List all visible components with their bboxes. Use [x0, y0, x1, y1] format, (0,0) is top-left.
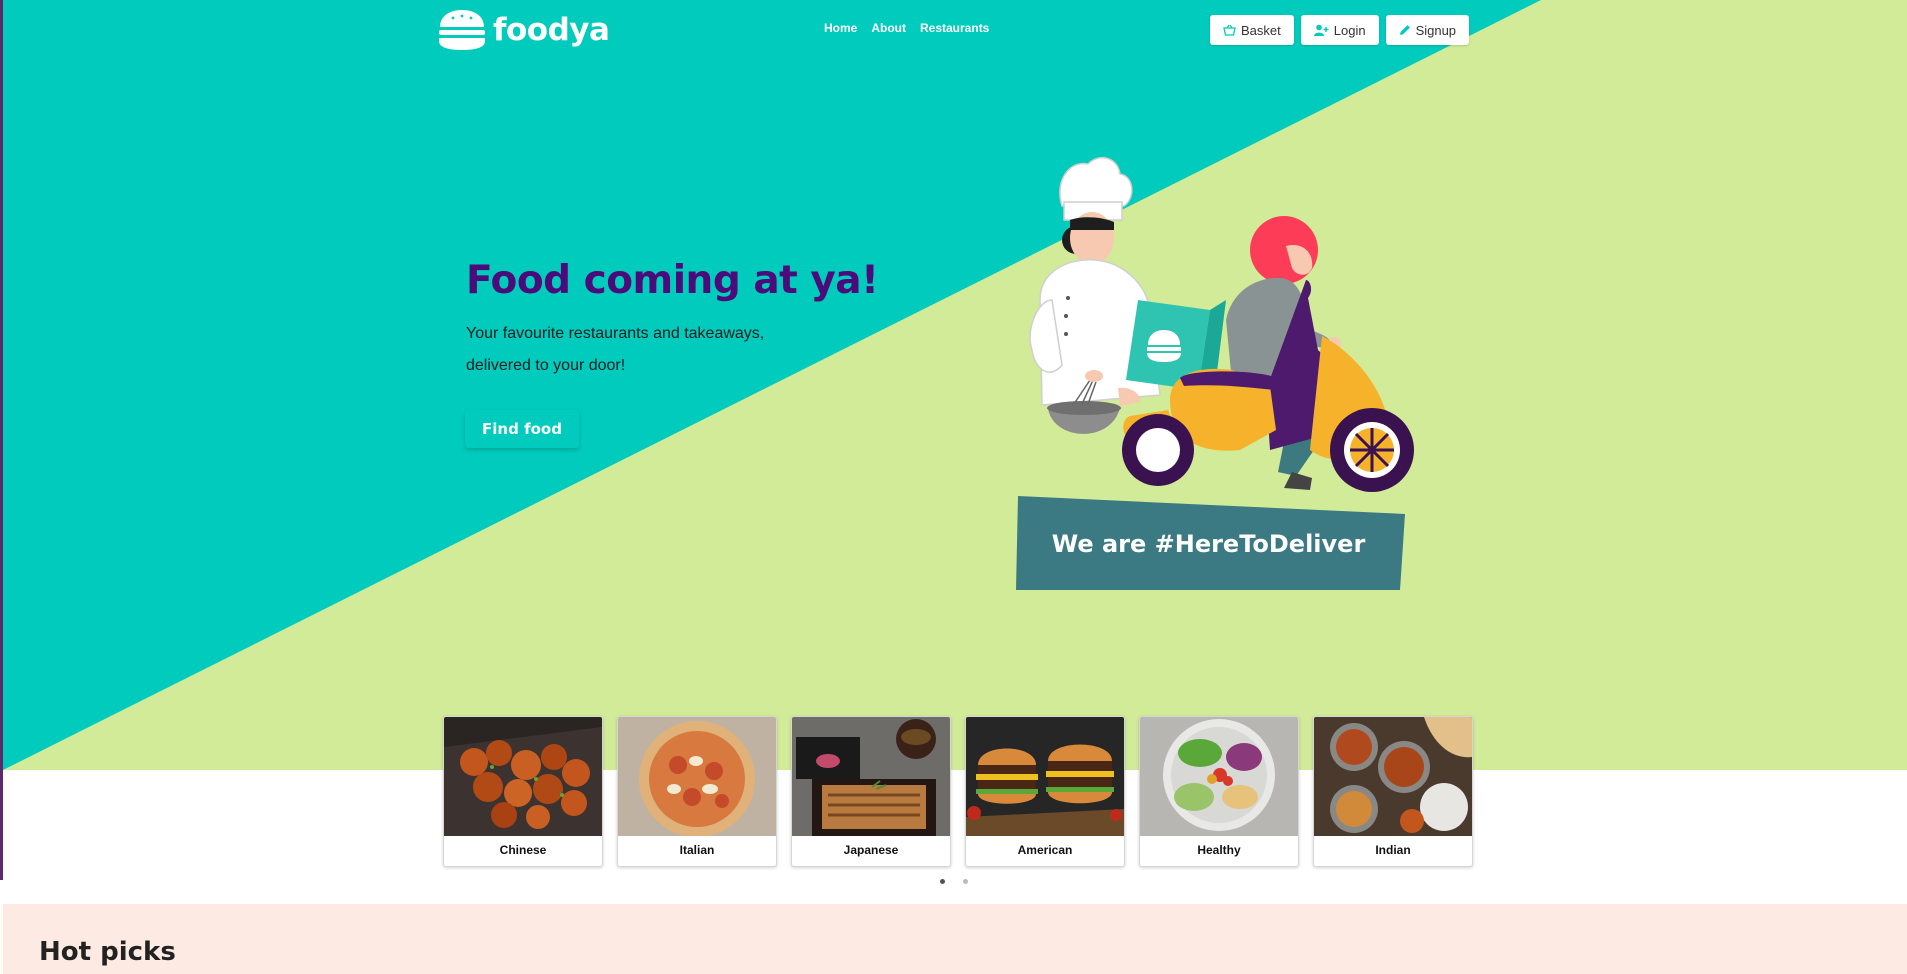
login-label: Login [1333, 22, 1366, 38]
category-label: Healthy [1197, 843, 1241, 857]
category-card-italian[interactable]: Italian [617, 716, 777, 867]
hero-title: Food coming at ya! [466, 258, 879, 303]
indian-food-image [1314, 717, 1472, 836]
login-button[interactable]: Login [1300, 15, 1379, 45]
carousel-dot-2[interactable] [963, 879, 968, 884]
healthy-food-image [1140, 717, 1298, 836]
pencil-icon [1399, 24, 1411, 36]
nav-actions: Basket Login Signup [1210, 15, 1470, 45]
carousel-dot-1[interactable] [940, 879, 945, 884]
category-label: Indian [1375, 843, 1411, 857]
hot-picks-section [3, 904, 1907, 974]
hot-picks-title: Hot picks [39, 937, 176, 967]
category-card-indian[interactable]: Indian [1313, 716, 1473, 867]
signup-button[interactable]: Signup [1385, 15, 1470, 45]
user-plus-icon [1313, 24, 1329, 36]
category-card-chinese[interactable]: Chinese [443, 716, 603, 867]
basket-button[interactable]: Basket [1210, 15, 1294, 45]
japanese-food-image [792, 717, 950, 836]
american-food-image [966, 717, 1124, 836]
nav-restaurants-link[interactable]: Restaurants [920, 21, 989, 35]
category-carousel: Chinese Italian Japanese American Health… [443, 716, 1473, 867]
category-label: Chinese [499, 843, 547, 857]
category-label: Japanese [843, 843, 899, 857]
category-card-american[interactable]: American [965, 716, 1125, 867]
hero-diagonal-background [3, 0, 1541, 770]
category-label: American [1017, 843, 1073, 857]
basket-label: Basket [1241, 22, 1281, 38]
find-food-button[interactable]: Find food [465, 410, 579, 448]
signup-label: Signup [1415, 22, 1457, 38]
basket-icon [1223, 24, 1236, 36]
deliver-banner-text: We are #HereToDeliver [1051, 530, 1366, 558]
burger-icon [439, 10, 485, 50]
italian-food-image [618, 717, 776, 836]
brand-logo[interactable]: foodya [437, 9, 610, 51]
category-card-japanese[interactable]: Japanese [791, 716, 951, 867]
nav-home-link[interactable]: Home [824, 21, 857, 35]
category-label: Italian [679, 843, 715, 857]
main-nav: Home About Restaurants [824, 21, 989, 35]
hero-subtitle: Your favourite restaurants and takeaways… [466, 325, 765, 374]
chinese-food-image [444, 717, 602, 836]
nav-about-link[interactable]: About [871, 21, 906, 35]
delivery-illustration [1016, 156, 1414, 590]
carousel-pagination [940, 879, 968, 884]
brand-name: foodya [493, 12, 610, 48]
hero-section [3, 0, 1907, 770]
category-card-healthy[interactable]: Healthy [1139, 716, 1299, 867]
